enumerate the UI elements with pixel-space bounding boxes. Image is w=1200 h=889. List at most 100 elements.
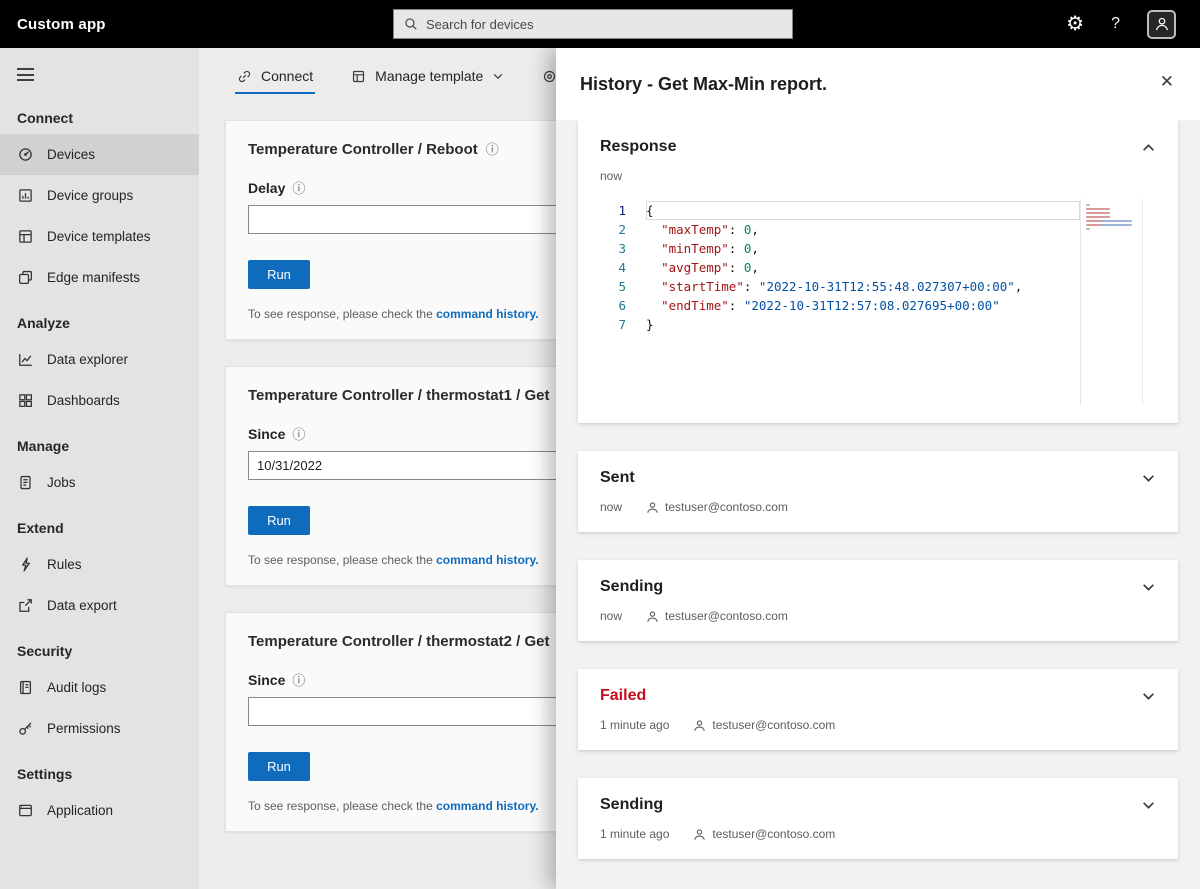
sidebar-item-label: Device groups (47, 187, 134, 203)
tab-label: Manage template (375, 68, 484, 84)
code-line: 2 "maxTemp": 0, (600, 220, 1080, 239)
sidebar-item-device-groups[interactable]: Device groups (0, 175, 199, 216)
sidebar-item-label: Jobs (47, 474, 76, 490)
info-icon[interactable] (292, 674, 305, 687)
entry-status: Response (600, 138, 677, 155)
sidebar-item-edge-manifests[interactable]: Edge manifests (0, 257, 199, 298)
devices-icon (17, 146, 34, 163)
panel-title: History - Get Max-Min report. (580, 74, 828, 94)
tab-connect[interactable]: Connect (223, 58, 327, 94)
sidebar-item-label: Data export (47, 597, 117, 613)
avatar[interactable] (1147, 9, 1176, 39)
sidebar-item-data-explorer[interactable]: Data explorer (0, 339, 199, 380)
sidebar-item-permissions[interactable]: Permissions (0, 708, 199, 749)
info-icon[interactable] (292, 182, 305, 195)
info-icon[interactable] (486, 143, 499, 156)
sidebar-item-label: Rules (47, 556, 82, 572)
link-icon (238, 70, 251, 82)
sidebar-item-label: Data explorer (47, 351, 129, 367)
command-history-link[interactable]: command history. (436, 553, 538, 567)
user-email: testuser@contoso.com (665, 500, 788, 514)
template-icon (353, 70, 365, 82)
sidebar-item-label: Audit logs (47, 679, 107, 695)
search-input[interactable] (426, 16, 782, 32)
entry-time: now (600, 609, 623, 623)
entry-user: testuser@contoso.com (693, 718, 835, 732)
entry-time: 1 minute ago (600, 827, 670, 841)
close-icon[interactable] (1160, 72, 1174, 92)
sidebar-item-devices[interactable]: Devices (0, 133, 199, 175)
run-button[interactable]: Run (248, 506, 310, 535)
history-entry-sending[interactable]: Sending now testuser@contoso.com (578, 560, 1178, 641)
chevron-down-icon[interactable] (1141, 471, 1156, 486)
topbar-actions: ? (1066, 9, 1200, 39)
person-icon (647, 610, 658, 622)
dashboards-icon (17, 392, 34, 409)
entry-status: Sent (600, 469, 635, 486)
command-history-link[interactable]: command history. (436, 307, 538, 321)
sidebar-item-audit-logs[interactable]: Audit logs (0, 667, 199, 708)
line-number: 4 (618, 260, 626, 275)
help-icon[interactable]: ? (1111, 15, 1120, 33)
person-icon (1155, 17, 1168, 31)
tab-manage-template[interactable]: Manage template (337, 58, 518, 94)
chevron-down-icon[interactable] (1141, 580, 1156, 595)
sidebar-item-label: Device templates (47, 228, 151, 244)
entry-time: 1 minute ago (600, 718, 670, 732)
line-number: 1 (618, 203, 626, 218)
sidebar-item-dashboards[interactable]: Dashboards (0, 380, 199, 421)
data-explorer-icon (17, 351, 34, 368)
jobs-icon (17, 474, 34, 491)
entry-user: testuser@contoso.com (693, 827, 835, 841)
info-icon[interactable] (292, 428, 305, 441)
application-icon (17, 802, 34, 819)
person-icon (647, 501, 658, 513)
line-number: 2 (618, 222, 626, 237)
edge-manifests-icon (17, 269, 34, 286)
sidebar-item-data-export[interactable]: Data export (0, 585, 199, 626)
tab-label: Connect (261, 68, 314, 84)
panel-body: Response now 1 { 2 "maxTemp": 0, 3 "minT… (556, 120, 1200, 889)
user-email: testuser@contoso.com (712, 718, 836, 732)
command-title: Temperature Controller / thermostat1 / G… (248, 387, 550, 404)
chevron-down-icon (494, 73, 503, 80)
code-line: 6 "endTime": "2022-10-31T12:57:08.027695… (600, 296, 1080, 315)
code-line: 7 } (600, 315, 1080, 334)
field-label: Since (248, 672, 286, 688)
user-email: testuser@contoso.com (665, 609, 788, 623)
code-lines: 1 { 2 "maxTemp": 0, 3 "minTemp": 0, 4 "a… (600, 199, 1080, 405)
chevron-down-icon[interactable] (1141, 798, 1156, 813)
sidebar-section-settings: Settings (17, 765, 73, 782)
person-icon (694, 719, 706, 731)
sidebar-item-device-templates[interactable]: Device templates (0, 216, 199, 257)
command-history-link[interactable]: command history. (436, 799, 538, 813)
search-icon (405, 18, 417, 30)
sidebar-item-jobs[interactable]: Jobs (0, 462, 199, 503)
sidebar-item-rules[interactable]: Rules (0, 544, 199, 585)
device-search-box[interactable] (393, 9, 793, 39)
field-label: Since (248, 426, 286, 442)
field-label: Delay (248, 180, 286, 196)
history-entry-sending-2[interactable]: Sending 1 minute ago testuser@contoso.co… (578, 778, 1178, 859)
editor-minimap[interactable] (1080, 199, 1142, 405)
hamburger-menu-icon[interactable] (0, 48, 199, 93)
sidebar-item-label: Dashboards (47, 392, 120, 408)
chevron-down-icon[interactable] (1141, 689, 1156, 704)
code-line: 4 "avgTemp": 0, (600, 258, 1080, 277)
sidebar-section-analyze: Analyze (17, 314, 70, 331)
run-button[interactable]: Run (248, 752, 310, 781)
history-entry-failed[interactable]: Failed 1 minute ago testuser@contoso.com (578, 669, 1178, 750)
note-text: To see response, please check the (248, 799, 437, 813)
sidebar-item-label: Application (47, 802, 114, 818)
run-button[interactable]: Run (248, 260, 310, 289)
chevron-up-icon[interactable] (1141, 140, 1156, 155)
line-number: 5 (618, 279, 626, 294)
data-export-icon (17, 597, 34, 614)
entry-status: Failed (600, 687, 647, 704)
history-panel: History - Get Max-Min report. Response n… (556, 48, 1200, 889)
history-entry-sent[interactable]: Sent now testuser@contoso.com (578, 451, 1178, 532)
code-editor[interactable]: 1 { 2 "maxTemp": 0, 3 "minTemp": 0, 4 "a… (600, 199, 1156, 405)
settings-gear-icon[interactable] (1066, 14, 1084, 35)
editor-scrollbar[interactable] (1142, 199, 1156, 405)
sidebar-item-application[interactable]: Application (0, 790, 199, 831)
